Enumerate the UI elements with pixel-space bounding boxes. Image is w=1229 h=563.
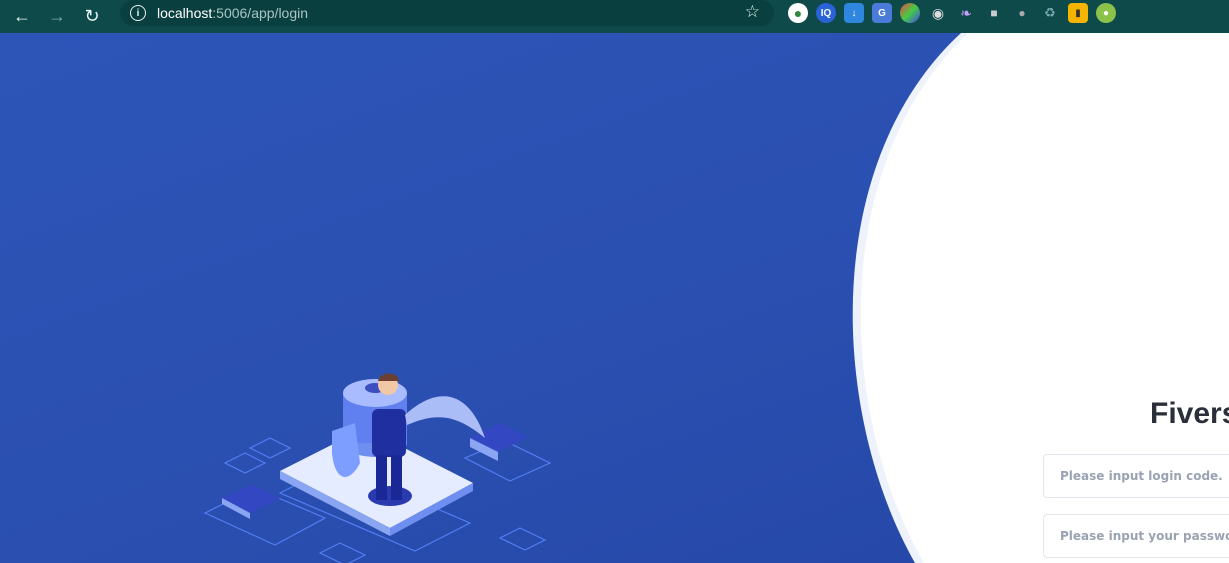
recycle-extension-icon[interactable]: ♻ bbox=[1040, 3, 1060, 23]
forward-icon[interactable]: → bbox=[44, 4, 70, 30]
download-extension-icon[interactable]: ↓ bbox=[844, 3, 864, 23]
camera-extension-icon[interactable]: ◉ bbox=[928, 3, 948, 23]
password-input[interactable] bbox=[1043, 514, 1229, 558]
translate-extension-icon[interactable]: G bbox=[872, 3, 892, 23]
login-page: Fivers bbox=[0, 33, 1229, 563]
shield-extension-icon[interactable]: ■ bbox=[984, 3, 1004, 23]
color-extension-icon[interactable] bbox=[900, 3, 920, 23]
bookmark-star-icon[interactable]: ☆ bbox=[745, 2, 760, 22]
back-icon[interactable]: ← bbox=[9, 4, 35, 30]
extensions-bar: ● IQ ↓ G ◉ ❧ ■ ● ♻ ▮ ● bbox=[788, 0, 1124, 26]
battery-extension-icon[interactable]: ▮ bbox=[1068, 3, 1088, 23]
feather-extension-icon[interactable]: ❧ bbox=[956, 3, 976, 23]
app-title: Fivers bbox=[1150, 397, 1229, 430]
site-info-icon[interactable]: i bbox=[130, 5, 146, 21]
address-bar[interactable]: i localhost:5006/app/login ☆ bbox=[120, 0, 774, 26]
login-code-input[interactable] bbox=[1043, 454, 1229, 498]
browser-toolbar: ← → ↻ i localhost:5006/app/login ☆ ● IQ … bbox=[0, 0, 1229, 33]
bulb-extension-icon[interactable]: ● bbox=[1096, 3, 1116, 23]
globe-extension-icon[interactable]: ● bbox=[788, 3, 808, 23]
mic-extension-icon[interactable]: ● bbox=[1012, 3, 1032, 23]
security-illustration bbox=[203, 373, 552, 563]
url-text[interactable]: localhost:5006/app/login bbox=[157, 5, 308, 21]
iq-extension-icon[interactable]: IQ bbox=[816, 3, 836, 23]
reload-icon[interactable]: ↻ bbox=[79, 4, 105, 30]
